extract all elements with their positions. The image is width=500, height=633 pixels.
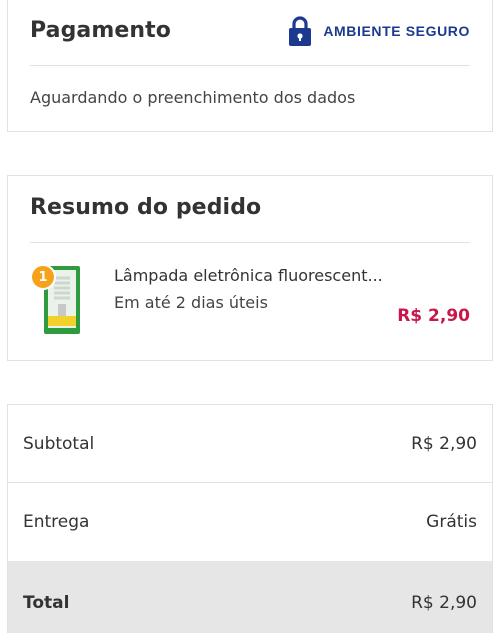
summary-header: Resumo do pedido <box>30 176 470 243</box>
quantity-badge: 1 <box>30 264 56 290</box>
total-row: Total R$ 2,90 <box>8 561 492 633</box>
payment-header: Pagamento AMBIENTE SEGURO <box>30 0 470 66</box>
summary-title: Resumo do pedido <box>30 195 262 220</box>
subtotal-row: Subtotal R$ 2,90 <box>8 405 492 483</box>
delivery-label: Entrega <box>23 512 90 532</box>
product-price: R$ 2,90 <box>397 306 470 326</box>
subtotal-label: Subtotal <box>23 433 95 454</box>
payment-title: Pagamento <box>30 18 172 43</box>
order-summary-card: Resumo do pedido 1 Lâmpada eletrônica fl… <box>7 175 493 361</box>
product-name: Lâmpada eletrônica fluorescent... <box>114 266 383 285</box>
subtotal-value: R$ 2,90 <box>411 433 477 454</box>
payment-card: Pagamento AMBIENTE SEGURO Aguardando o p… <box>7 0 493 132</box>
payment-status-text: Aguardando o preenchimento dos dados <box>30 88 356 107</box>
total-value: R$ 2,90 <box>411 593 477 613</box>
secure-label: AMBIENTE SEGURO <box>323 23 470 39</box>
delivery-row: Entrega Grátis <box>8 483 492 561</box>
total-label: Total <box>23 593 70 613</box>
delivery-value: Grátis <box>426 512 477 532</box>
order-item[interactable]: 1 Lâmpada eletrônica fluorescent... Em a… <box>30 258 470 340</box>
lock-icon <box>289 16 312 46</box>
delivery-estimate: Em até 2 dias úteis <box>114 293 268 312</box>
secure-environment-badge: AMBIENTE SEGURO <box>289 16 470 46</box>
totals-card: Subtotal R$ 2,90 Entrega Grátis Total R$… <box>7 404 493 633</box>
